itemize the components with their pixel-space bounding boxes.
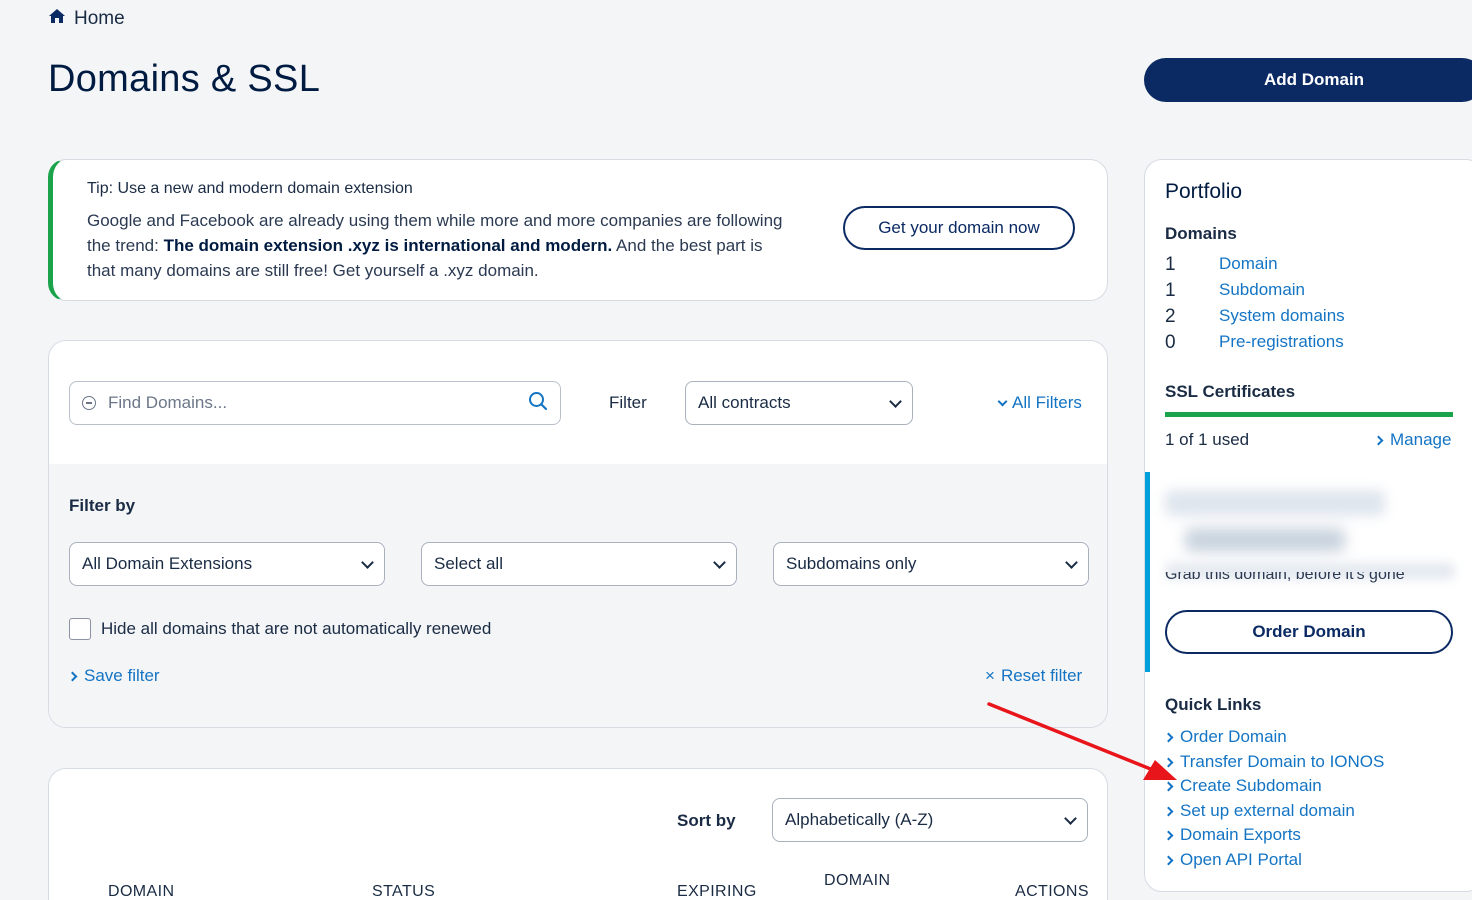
- blurred-content: [1165, 490, 1385, 516]
- filter-card: Find Domains... Filter All contracts All…: [48, 340, 1108, 728]
- chevron-down-icon: [361, 555, 374, 569]
- stat-count: 1: [1165, 254, 1176, 275]
- annotation-arrow: [987, 702, 1177, 780]
- sort-by-label: Sort by: [677, 811, 736, 830]
- minus-circle-icon: [82, 396, 96, 410]
- chevron-down-icon: [997, 396, 1008, 406]
- promo-accent-bar: [1145, 472, 1150, 672]
- chevron-right-icon: [1373, 435, 1384, 445]
- get-domain-button[interactable]: Get your domain now: [843, 206, 1075, 250]
- chevron-right-icon: [67, 671, 78, 681]
- tip-heading: Tip: Use a new and modern domain extensi…: [87, 180, 413, 197]
- all-filters-toggle[interactable]: All Filters: [997, 393, 1082, 413]
- chevron-right-icon: [1163, 855, 1174, 865]
- domain-list-card: Sort by Alphabetically (A-Z) DOMAIN STAT…: [48, 768, 1108, 900]
- stat-link[interactable]: Subdomain: [1219, 280, 1305, 302]
- breadcrumb-home-link[interactable]: Home: [74, 8, 125, 30]
- search-icon[interactable]: [528, 391, 548, 416]
- select-all-value: Select all: [434, 554, 503, 573]
- portfolio-panel: Portfolio Domains 1 Domain 1 Subdomain 2…: [1144, 159, 1472, 892]
- quick-link-external-domain[interactable]: Set up external domain: [1163, 801, 1355, 821]
- quick-link-transfer-domain[interactable]: Transfer Domain to IONOS: [1163, 752, 1385, 772]
- domain-extensions-select[interactable]: All Domain Extensions: [69, 542, 385, 586]
- tip-body: Google and Facebook are already using th…: [87, 208, 787, 283]
- domains-heading: Domains: [1165, 224, 1237, 243]
- stat-count: 2: [1165, 306, 1176, 327]
- stat-count: 1: [1165, 280, 1176, 301]
- promo-text: Grab this domain, before it's gone: [1165, 572, 1405, 583]
- home-icon[interactable]: [48, 8, 66, 30]
- hide-not-renewed-row: Hide all domains that are not automatica…: [69, 618, 491, 640]
- stat-subdomain[interactable]: 1 Subdomain: [1165, 280, 1305, 302]
- quick-link-open-api[interactable]: Open API Portal: [1163, 850, 1302, 870]
- ssl-used-text: 1 of 1 used: [1165, 430, 1250, 449]
- close-icon: ×: [985, 666, 995, 685]
- column-header-domain[interactable]: DOMAIN: [108, 883, 174, 900]
- stat-count: 0: [1165, 332, 1176, 353]
- quick-link-label: Order Domain: [1180, 727, 1287, 746]
- manage-label: Manage: [1390, 430, 1452, 449]
- portfolio-title: Portfolio: [1165, 180, 1243, 203]
- filter-panel: [49, 464, 1107, 727]
- quick-link-label: Domain Exports: [1180, 825, 1301, 844]
- ssl-heading: SSL Certificates: [1165, 382, 1296, 401]
- filter-label: Filter: [609, 393, 647, 412]
- filter-by-heading: Filter by: [69, 496, 136, 515]
- manage-ssl-link[interactable]: Manage: [1373, 430, 1452, 450]
- contracts-select-value: All contracts: [698, 393, 791, 412]
- all-filters-label: All Filters: [1012, 393, 1082, 412]
- reset-filter-link[interactable]: × Reset filter: [985, 666, 1082, 686]
- subdomains-value: Subdomains only: [786, 554, 917, 573]
- tip-body-bold: The domain extension .xyz is internation…: [163, 236, 613, 255]
- chevron-down-icon: [889, 394, 902, 408]
- sort-select[interactable]: Alphabetically (A-Z): [772, 798, 1088, 842]
- tip-card: Tip: Use a new and modern domain extensi…: [48, 159, 1108, 301]
- search-input[interactable]: Find Domains...: [69, 381, 561, 425]
- stat-link[interactable]: Pre-registrations: [1219, 332, 1344, 354]
- quick-link-domain-exports[interactable]: Domain Exports: [1163, 825, 1301, 845]
- blurred-content: [1185, 528, 1345, 552]
- quick-link-label: Open API Portal: [1180, 850, 1302, 869]
- chevron-down-icon: [713, 555, 726, 569]
- ssl-usage-bar: [1165, 412, 1453, 417]
- stat-system-domains[interactable]: 2 System domains: [1165, 306, 1345, 328]
- domain-extensions-value: All Domain Extensions: [82, 554, 253, 573]
- stat-link[interactable]: System domains: [1219, 306, 1345, 328]
- sort-select-value: Alphabetically (A-Z): [785, 810, 934, 829]
- contracts-select[interactable]: All contracts: [685, 381, 913, 425]
- quick-link-create-subdomain[interactable]: Create Subdomain: [1163, 776, 1322, 796]
- page-title: Domains & SSL: [48, 58, 321, 100]
- breadcrumb: Home: [48, 8, 125, 30]
- hide-not-renewed-label[interactable]: Hide all domains that are not automatica…: [101, 619, 491, 639]
- select-all-select[interactable]: Select all: [421, 542, 737, 586]
- column-header-actions: ACTIONS: [1015, 883, 1089, 900]
- column-header-status[interactable]: STATUS: [372, 883, 435, 900]
- stat-domain[interactable]: 1 Domain: [1165, 254, 1278, 276]
- reset-filter-label: Reset filter: [1000, 666, 1083, 685]
- hide-not-renewed-checkbox[interactable]: [69, 618, 91, 640]
- save-filter-link[interactable]: Save filter: [67, 666, 160, 686]
- save-filter-label: Save filter: [84, 666, 160, 685]
- quick-link-label: Transfer Domain to IONOS: [1180, 752, 1385, 771]
- chevron-right-icon: [1163, 806, 1174, 816]
- search-placeholder: Find Domains...: [108, 393, 228, 412]
- chevron-down-icon: [1065, 555, 1078, 569]
- add-domain-button[interactable]: Add Domain: [1144, 58, 1472, 102]
- chevron-down-icon: [1064, 811, 1077, 825]
- quick-link-label: Create Subdomain: [1180, 776, 1322, 795]
- subdomains-select[interactable]: Subdomains only: [773, 542, 1089, 586]
- quick-link-label: Set up external domain: [1180, 801, 1355, 820]
- column-header-expiring[interactable]: EXPIRING: [677, 883, 757, 900]
- chevron-right-icon: [1163, 830, 1174, 840]
- stat-pre-registrations[interactable]: 0 Pre-registrations: [1165, 332, 1344, 354]
- column-header-domain-charge[interactable]: DOMAIN: [824, 872, 890, 890]
- stat-link[interactable]: Domain: [1219, 254, 1278, 276]
- order-domain-button[interactable]: Order Domain: [1165, 610, 1453, 654]
